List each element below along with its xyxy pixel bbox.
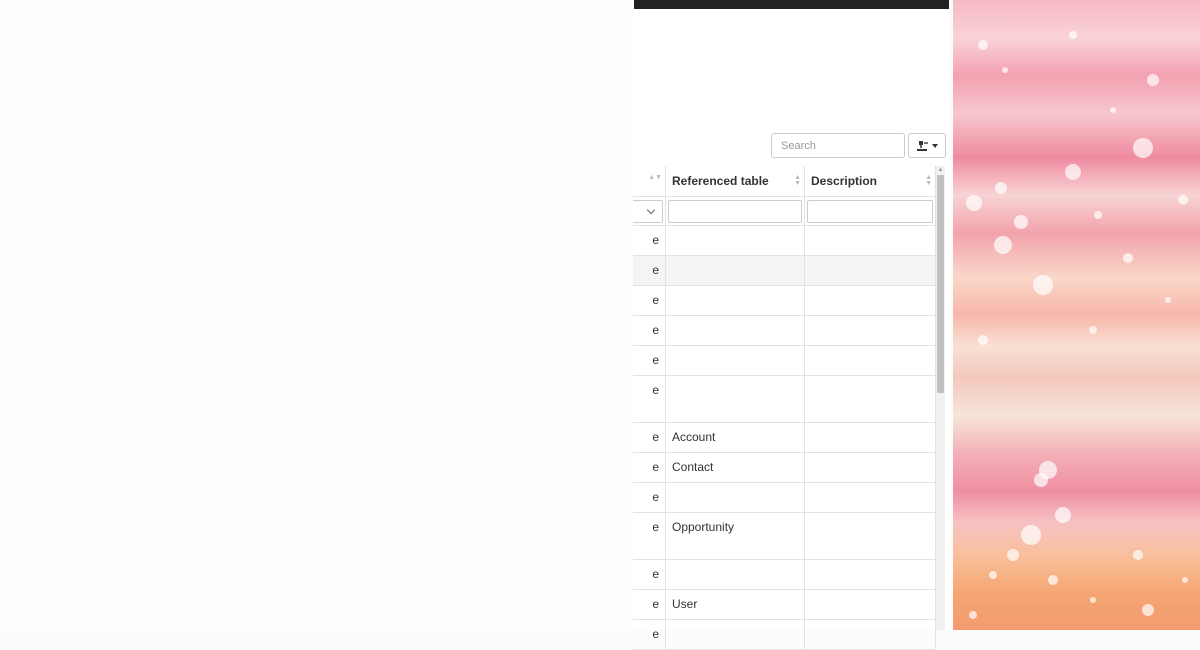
sort-icon[interactable]: ▲▼ — [794, 174, 801, 187]
table-row[interactable]: e — [633, 376, 936, 423]
table-cell — [666, 560, 805, 589]
search-input[interactable] — [771, 133, 905, 158]
table-cell — [666, 256, 805, 285]
table-cell: e — [633, 620, 666, 649]
column-header-referenced-table[interactable]: Referenced table ▲ ▼ — [666, 166, 805, 196]
table-cell — [805, 423, 936, 452]
filter-dropdown[interactable] — [633, 200, 663, 223]
table-cell: e — [633, 513, 666, 559]
table-row[interactable]: e User — [633, 590, 936, 620]
table-cell — [805, 483, 936, 512]
column-header-description[interactable]: Description ▲ ▼ — [805, 166, 936, 196]
table-cell — [666, 346, 805, 375]
table-cell: e — [633, 453, 666, 482]
table-cell: e — [633, 226, 666, 255]
table-cell — [805, 590, 936, 619]
table-cell: e — [633, 376, 666, 422]
top-bar — [634, 0, 949, 9]
table-row[interactable]: e Account — [633, 423, 936, 453]
table-cell — [805, 256, 936, 285]
table-cell: e — [633, 590, 666, 619]
table-cell: e — [633, 256, 666, 285]
data-table: ▲▼ Referenced table ▲ ▼ Description ▲ ▼ ee… — [633, 166, 936, 650]
table-cell — [805, 226, 936, 255]
table-cell: User — [666, 590, 805, 619]
table-row[interactable]: e — [633, 620, 936, 650]
table-cell — [805, 453, 936, 482]
scrollbar-thumb[interactable] — [937, 175, 944, 393]
sort-icon[interactable]: ▲▼ — [648, 174, 662, 181]
table-cell: e — [633, 483, 666, 512]
table-cell: Contact — [666, 453, 805, 482]
table-cell — [805, 620, 936, 649]
table-cell — [666, 316, 805, 345]
table-cell — [805, 513, 936, 559]
table-row[interactable]: e Contact — [633, 453, 936, 483]
filter-cell — [805, 197, 936, 225]
table-cell — [666, 286, 805, 315]
table-row[interactable]: e — [633, 256, 936, 286]
table-cell — [666, 483, 805, 512]
table-cell: e — [633, 346, 666, 375]
filter-referenced-table-input[interactable] — [668, 200, 802, 223]
table-cell: Opportunity — [666, 513, 805, 559]
decorative-background-image — [953, 0, 1200, 630]
table-cell: e — [633, 560, 666, 589]
filter-cell — [633, 197, 666, 225]
column-header[interactable]: ▲▼ — [633, 166, 666, 196]
filter-cell — [666, 197, 805, 225]
scroll-up-arrow-icon[interactable]: ▲ — [936, 166, 945, 175]
table-row[interactable]: e — [633, 286, 936, 316]
table-cell — [805, 560, 936, 589]
table-cell — [666, 226, 805, 255]
table-cell: e — [633, 286, 666, 315]
export-button[interactable] — [908, 133, 946, 158]
sort-icon[interactable]: ▲▼ — [925, 174, 932, 187]
table-row[interactable]: e — [633, 316, 936, 346]
table-row[interactable]: e — [633, 346, 936, 376]
export-icon — [917, 140, 928, 151]
chevron-down-icon — [932, 143, 938, 148]
table-cell — [805, 376, 936, 422]
table-row[interactable]: e Opportunity — [633, 513, 936, 560]
table-header-row: ▲▼ Referenced table ▲ ▼ Description ▲ ▼ — [633, 166, 936, 197]
table-cell: e — [633, 316, 666, 345]
table-row[interactable]: e — [633, 483, 936, 513]
table-cell — [805, 286, 936, 315]
table-cell — [666, 376, 805, 422]
table-cell — [805, 316, 936, 345]
table-cell — [805, 346, 936, 375]
table-cell: e — [633, 423, 666, 452]
filter-description-input[interactable] — [807, 200, 933, 223]
table-cell: Account — [666, 423, 805, 452]
table-row[interactable]: e — [633, 560, 936, 590]
table-row[interactable]: e — [633, 226, 936, 256]
table-cell — [666, 620, 805, 649]
filter-row — [633, 197, 936, 226]
blank-area — [0, 0, 633, 630]
